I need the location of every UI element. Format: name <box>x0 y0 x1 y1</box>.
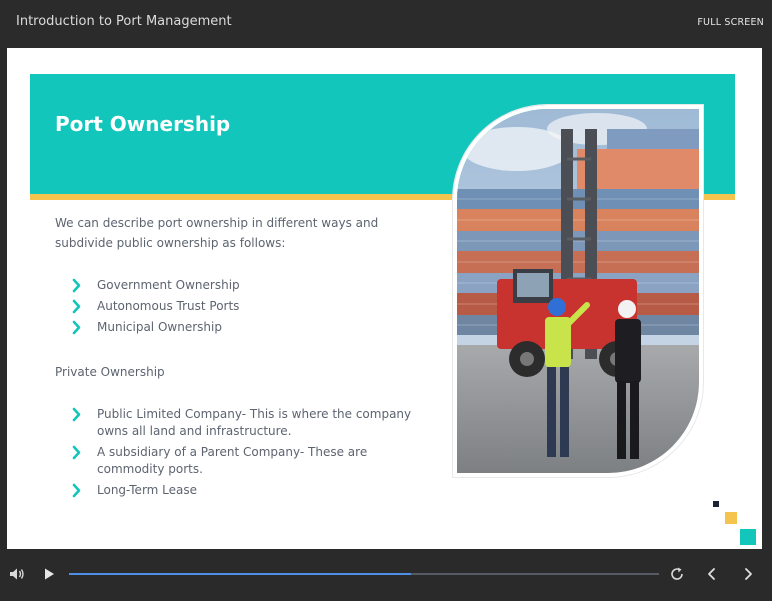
intro-text: We can describe port ownership in differ… <box>55 216 379 250</box>
list-item-label: Autonomous Trust Ports <box>97 299 240 313</box>
slide: Port Ownership We can describe port owne… <box>7 48 762 549</box>
list-item-label: Municipal Ownership <box>97 320 222 334</box>
decorative-square-teal <box>740 529 756 545</box>
decorative-square-navy <box>713 501 719 507</box>
chevron-right-icon <box>72 483 81 498</box>
list-item: Public Limited Company- This is where th… <box>71 406 431 440</box>
list-item: Long-Term Lease <box>71 482 431 499</box>
player-controls <box>0 549 772 601</box>
next-icon[interactable] <box>739 565 757 583</box>
private-ownership-label: Private Ownership <box>55 365 165 379</box>
list-item: Government Ownership <box>71 277 240 294</box>
list-item: A subsidiary of a Parent Company- These … <box>71 444 431 478</box>
decorative-square-yellow <box>725 512 737 524</box>
play-icon[interactable] <box>40 565 58 583</box>
list-item-label: Long-Term Lease <box>97 483 198 497</box>
list-item: Autonomous Trust Ports <box>71 298 240 315</box>
chevron-right-icon <box>72 320 81 335</box>
list-item-label: A subsidiary of a Parent Company- These … <box>97 445 368 476</box>
port-containers-photo <box>453 105 703 477</box>
replay-icon[interactable] <box>668 565 686 583</box>
slide-title: Port Ownership <box>55 112 231 136</box>
volume-icon[interactable] <box>8 565 26 583</box>
fullscreen-button[interactable]: FULL SCREEN <box>697 17 764 28</box>
course-title: Introduction to Port Management <box>16 14 232 29</box>
chevron-right-icon <box>72 278 81 293</box>
previous-icon[interactable] <box>703 565 721 583</box>
chevron-right-icon <box>72 445 81 460</box>
list-item: Municipal Ownership <box>71 319 240 336</box>
top-bar: Introduction to Port Management FULL SCR… <box>0 0 772 48</box>
list-item-label: Public Limited Company- This is where th… <box>97 407 412 438</box>
private-ownership-list: Public Limited Company- This is where th… <box>71 406 431 503</box>
progress-bar[interactable] <box>69 573 659 575</box>
chevron-right-icon <box>72 407 81 422</box>
chevron-right-icon <box>72 299 81 314</box>
photo-illustration <box>457 109 699 473</box>
progress-fill <box>69 573 412 575</box>
public-ownership-list: Government Ownership Autonomous Trust Po… <box>71 277 240 340</box>
list-item-label: Government Ownership <box>97 278 240 292</box>
